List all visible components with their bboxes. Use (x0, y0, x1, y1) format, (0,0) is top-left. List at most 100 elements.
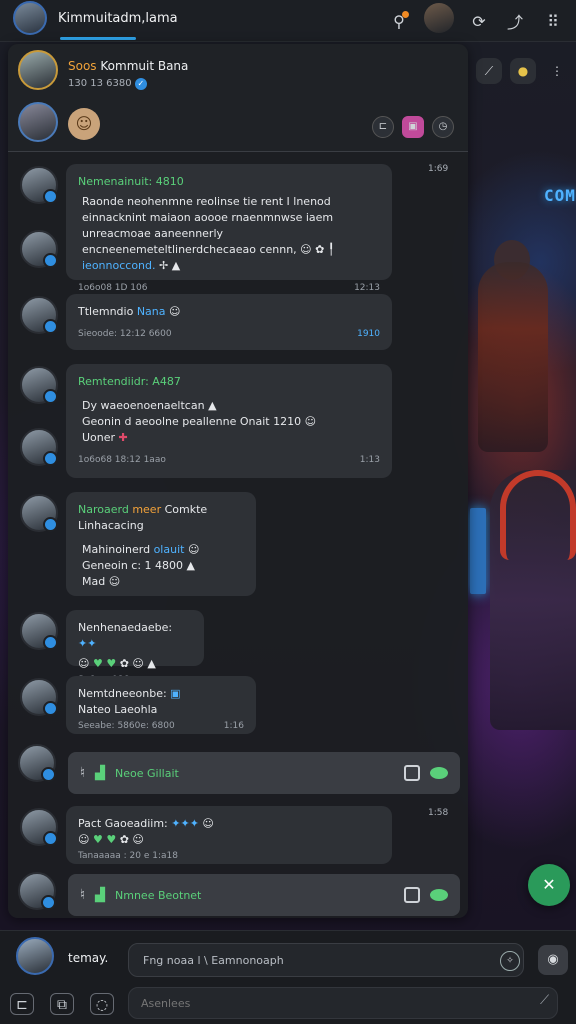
sender-avatar[interactable] (20, 494, 58, 532)
verified-icons: ✦✦ (78, 637, 97, 650)
sender-name: Nenhenaedaebe: ✦✦ (78, 620, 192, 652)
active-tab-indicator (60, 37, 136, 40)
sender-avatar[interactable] (20, 678, 58, 716)
sync-icon[interactable]: ⟳ (466, 8, 492, 34)
message-bubble[interactable]: Naroaerd meer Comkte Linhacacing Mahinoi… (66, 492, 256, 596)
sender-avatar[interactable] (20, 612, 58, 650)
sender-name-b: meer (132, 503, 162, 516)
emoji-icon: ▲ (208, 399, 217, 412)
pinned-meta: 130 13 6380 ✓ (68, 78, 147, 90)
emoji-avatar[interactable]: ☺ (68, 108, 100, 140)
sender-name: Naroaerd meer Comkte Linhacacing (78, 502, 244, 534)
sender-avatar[interactable] (20, 428, 58, 466)
message-side-time: 1910 (357, 329, 380, 339)
message-bubble[interactable]: Nemtdneeonbe: ▣ Nateo Laeohla Seeabe: 58… (66, 676, 256, 734)
message-line: Uoner ✚ (78, 430, 380, 446)
notification-dot (402, 11, 409, 18)
pinned-avatar[interactable] (18, 50, 58, 90)
message-line: Geneoin c: 1 4800 ▲ (78, 558, 244, 574)
emoji-icons: ☺ ✿ ╿ (300, 243, 335, 256)
message-bubble[interactable]: Ttlemndio Nana ☺ Sieoode: 12:12 6600 1910 (66, 294, 392, 350)
sender-avatar[interactable] (20, 296, 58, 334)
view-icon[interactable] (430, 767, 448, 779)
compass-icon[interactable]: ✧ (500, 951, 520, 971)
message-meta: Tanaaaaa : 20 e 1:a18 (78, 851, 178, 861)
my-avatar[interactable] (16, 937, 54, 975)
sender-name: Remtendiidr: A487 (78, 375, 181, 388)
message-meta-text: Sieoode: 12:12 6600 (78, 329, 172, 339)
background-monitor (470, 508, 486, 594)
emoji-icon: ☺ (304, 415, 317, 428)
message-bubble[interactable]: Remtendiidr: A487 Dy waeoenoenaeltcan ▲ … (66, 364, 392, 478)
message-line2: Geonin d aeoolne peallenne Onait 1210 (82, 415, 302, 428)
sender-name-a: Ttlemndio (78, 305, 134, 318)
grid-icon[interactable]: ⠿ (540, 8, 566, 34)
search-icon[interactable]: ⚲ (386, 8, 412, 34)
attach-icon[interactable]: ⊏ (10, 993, 34, 1015)
profile-avatar[interactable] (424, 3, 454, 33)
tool-button[interactable]: ⟋ (476, 58, 502, 84)
sender-avatar[interactable] (18, 872, 56, 910)
message-meta: Seeabe: 5860e: 6800 1:16 (78, 718, 244, 734)
emoji-icon: ☺ (108, 575, 121, 588)
message-link[interactable]: ieonnoccond. (82, 259, 156, 272)
voice-message[interactable]: ♮ ▟ Nmnee Beotnet (68, 874, 460, 916)
stop-icon[interactable] (404, 887, 420, 903)
emoji-icon: ▲ (186, 559, 195, 572)
stop-icon[interactable] (404, 765, 420, 781)
neon-sign: COM (544, 186, 576, 205)
verified-icon: ✓ (134, 78, 147, 90)
voice-message[interactable]: ♮ ▟ Neoe Gillait (68, 752, 460, 794)
message-bubble[interactable]: Pact Gaoeadiim: ✦✦✦ ☺ ☺ ♥ ♥ ✿ ☺ Tanaaaaa… (66, 806, 392, 864)
message-bubble[interactable]: Nenhenaedaebe: ✦✦ ☺ ♥ ♥ ✿ ☺ ▲ Sa6oe: 086 (66, 610, 204, 685)
view-icon[interactable] (430, 889, 448, 901)
sender-avatar[interactable] (20, 366, 58, 404)
message-meta-text: 1o6o08 1D 106 (78, 283, 148, 293)
message-line: Nateo Laeohla (78, 703, 158, 716)
sender-avatar[interactable] (20, 166, 58, 204)
chat-icon[interactable]: ◌ (90, 993, 114, 1015)
mic-icon: ♮ (80, 887, 86, 903)
message-link[interactable]: olauit (154, 543, 185, 556)
emoji-icon: ☺ (169, 305, 181, 318)
gamepad-button[interactable]: ● (510, 58, 536, 84)
channel-title[interactable]: Kimmuitadm,lama (58, 11, 178, 26)
channel-avatar[interactable] (13, 1, 47, 35)
compose-fab[interactable]: ✕ (528, 864, 570, 906)
message-line: Dy waeoenoenaeltcan ▲ (78, 398, 380, 414)
message-line3: Mad (82, 575, 106, 588)
message-input[interactable] (128, 943, 524, 977)
more-menu-button[interactable]: ⋮ (544, 58, 570, 84)
secondary-input[interactable] (128, 987, 558, 1019)
pinned-name-accent: Soos (68, 59, 97, 73)
sender-avatar[interactable] (20, 808, 58, 846)
pinned-name: Soos Kommuit Bana (68, 59, 188, 73)
pinned-name-rest: Kommuit Bana (100, 59, 189, 73)
sender-name: Pact Gaoeadiim: ✦✦✦ ☺ (78, 816, 380, 832)
mute-icon[interactable]: ⟋ (540, 993, 549, 1008)
message-bubble[interactable]: Nemenainuit: 4810 Raonde neohenmne reoli… (66, 164, 392, 293)
share-icon[interactable]: ⤴ (502, 8, 528, 34)
sender-name: Nemtdneeonbe: ▣ (78, 686, 244, 702)
member-avatar[interactable] (18, 102, 58, 142)
bookmark-icon[interactable]: ⊏ (372, 116, 394, 138)
message-time: 1:69 (428, 164, 449, 174)
mic-icon: ♮ (80, 765, 86, 781)
gallery-icon[interactable]: ⧉ (50, 993, 74, 1015)
sender-name-a: Naroaerd (78, 503, 129, 516)
message-line: Mahinoinerd olauit ☺ (78, 542, 244, 558)
message-line2: Geneoin c: 1 4800 (82, 559, 184, 572)
sender-avatar[interactable] (18, 744, 56, 782)
sender-avatar[interactable] (20, 230, 58, 268)
clock-icon[interactable]: ◷ (432, 116, 454, 138)
pinned-card[interactable]: Soos Kommuit Bana 130 13 6380 ✓ ☺ ⊏ ▣ ◷ (8, 44, 468, 152)
reactions: ☺ ♥ ♥ ✿ ☺ (78, 833, 144, 846)
my-label: temay. (68, 951, 109, 965)
background-figure (478, 262, 548, 452)
emoji-icon: ✚ (118, 431, 128, 444)
send-button[interactable]: ◉ (538, 945, 568, 975)
stream-icon[interactable]: ▣ (402, 116, 424, 138)
app-header: Kimmuitadm,lama ⚲ ⟳ ⤴ ⠿ (0, 0, 576, 42)
reactions: ☺ ♥ ♥ ✿ ☺ ▲ (78, 657, 156, 670)
sender-name-text: Nemtdneeonbe: (78, 687, 167, 700)
